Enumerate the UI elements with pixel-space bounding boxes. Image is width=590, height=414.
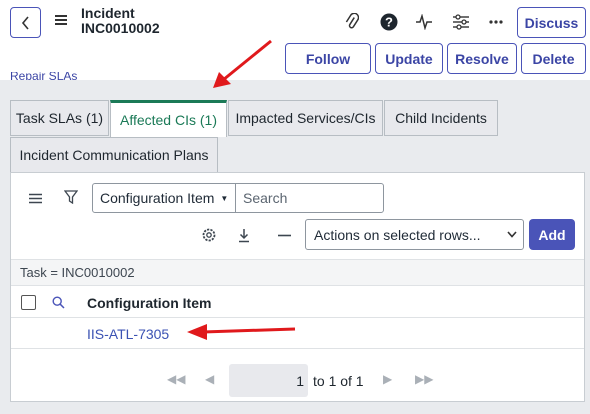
column-header-configuration-item[interactable]: Configuration Item: [87, 295, 211, 311]
annotation-arrow-tab: [213, 39, 272, 88]
resolve-button[interactable]: Resolve: [447, 43, 517, 74]
previous-page-icon[interactable]: ◀: [205, 372, 214, 386]
menu-icon[interactable]: [55, 15, 67, 27]
annotation-arrow-ci: [187, 324, 296, 340]
divider: [11, 317, 584, 318]
select-all-checkbox[interactable]: [21, 295, 36, 310]
more-options-icon[interactable]: [485, 11, 507, 33]
repair-slas-link[interactable]: Repair SLAs: [10, 72, 77, 80]
paperclip-icon[interactable]: [341, 11, 363, 33]
search-icon[interactable]: [50, 294, 66, 310]
filter-icon[interactable]: [63, 189, 79, 205]
gear-icon[interactable]: [200, 226, 218, 244]
tab-child-incidents[interactable]: Child Incidents: [384, 100, 498, 136]
settings-sliders-icon[interactable]: [450, 11, 472, 33]
svg-text:?: ?: [385, 15, 393, 30]
next-page-icon[interactable]: ▶: [383, 372, 392, 386]
table-row-configuration-item-link[interactable]: IIS-ATL-7305: [87, 326, 169, 342]
activity-icon[interactable]: [413, 11, 435, 33]
update-button[interactable]: Update: [375, 43, 443, 74]
list-menu-icon[interactable]: [27, 190, 43, 206]
chevron-down-icon: [507, 231, 517, 238]
caret-down-icon: ▼: [220, 193, 229, 203]
search-field-label: Configuration Item: [100, 190, 215, 206]
tab-impacted-services[interactable]: Impacted Services/CIs: [228, 100, 383, 136]
page-number-input[interactable]: 1: [229, 364, 308, 397]
record-type: Incident: [81, 5, 135, 21]
tab-task-slas[interactable]: Task SLAs (1): [10, 100, 109, 136]
record-title: Incident INC0010002: [81, 6, 160, 36]
breadcrumb-filter[interactable]: Task = INC0010002: [11, 259, 584, 286]
first-page-icon[interactable]: ◀◀: [167, 372, 185, 386]
help-icon[interactable]: ?: [378, 11, 400, 33]
last-page-icon[interactable]: ▶▶: [415, 372, 433, 386]
actions-select-label: Actions on selected rows...: [314, 226, 481, 243]
download-icon[interactable]: [236, 226, 252, 244]
delete-button[interactable]: Delete: [521, 43, 586, 74]
chevron-left-icon: [21, 15, 29, 30]
record-number: INC0010002: [81, 20, 160, 36]
discuss-button[interactable]: Discuss: [517, 7, 586, 38]
actions-on-selected-rows-select[interactable]: Actions on selected rows...: [305, 219, 524, 250]
record-header: Incident INC0010002 ? Discuss Follow Upd…: [0, 0, 590, 80]
divider: [11, 348, 584, 349]
add-button[interactable]: Add: [529, 219, 575, 250]
back-button[interactable]: [10, 7, 41, 38]
follow-button[interactable]: Follow: [285, 43, 371, 74]
tab-incident-communication-plans[interactable]: Incident Communication Plans: [10, 137, 218, 173]
tab-affected-cis[interactable]: Affected CIs (1): [110, 100, 227, 137]
pagination-summary: to 1 of 1: [313, 373, 364, 389]
collapse-icon[interactable]: [276, 226, 292, 244]
search-input[interactable]: Search: [235, 183, 384, 213]
search-field-select[interactable]: Configuration Item ▼: [92, 183, 236, 213]
filter-condition[interactable]: Task = INC0010002: [20, 265, 135, 280]
